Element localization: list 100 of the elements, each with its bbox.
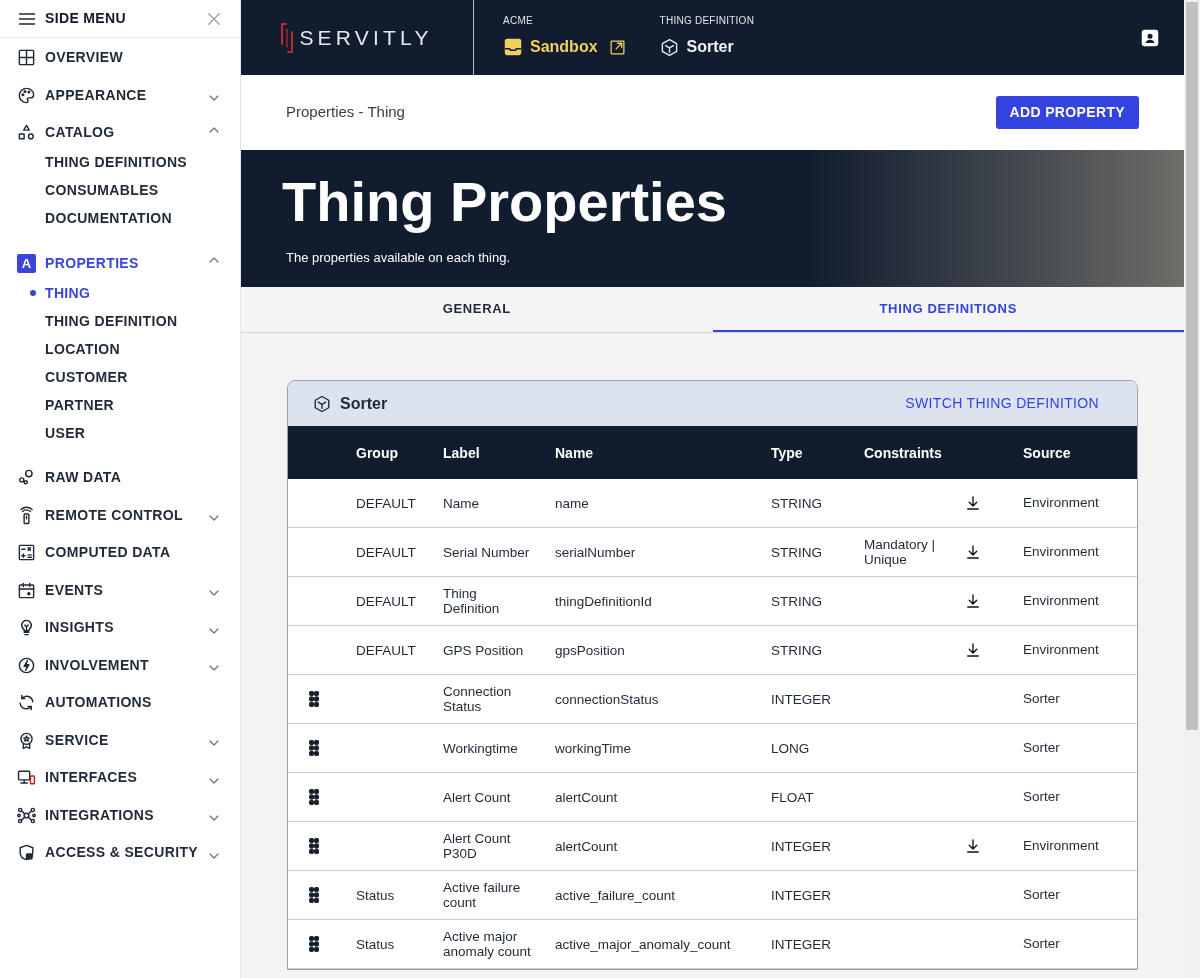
type-cell-text: STRING bbox=[771, 642, 823, 658]
cycle-icon bbox=[17, 693, 36, 713]
side-menu-item[interactable]: COMPUTED DATA bbox=[45, 542, 171, 564]
card-title: Sorter bbox=[340, 393, 388, 414]
source-cell: Environment bbox=[1023, 837, 1099, 853]
properties-icon: A bbox=[17, 253, 36, 273]
side-menu-item[interactable]: REMOTE CONTROL bbox=[45, 504, 183, 526]
type-cell-text: LONG bbox=[771, 740, 811, 756]
type-cell-text: STRING bbox=[771, 544, 823, 560]
label-cell-text: Active failure count bbox=[443, 880, 522, 910]
type-cell-text: INTEGER bbox=[771, 936, 832, 952]
side-menu-item[interactable]: INVOLVEMENT bbox=[45, 654, 149, 676]
drag-handle-icon[interactable] bbox=[309, 838, 319, 854]
side-menu-item[interactable]: INSIGHTS bbox=[45, 617, 114, 639]
tenant-link[interactable]: Sandbox bbox=[530, 35, 598, 59]
side-menu-subitem[interactable]: LOCATION bbox=[45, 338, 120, 360]
side-menu-subitem[interactable]: CUSTOMER bbox=[45, 366, 128, 388]
side-menu-item[interactable]: INTERFACES bbox=[45, 767, 138, 789]
side-menu-subitem[interactable]: THING DEFINITIONS bbox=[45, 152, 188, 173]
group-cell-text: Status bbox=[356, 936, 396, 952]
drag-handle-icon[interactable] bbox=[309, 691, 319, 707]
side-menu-item[interactable]: APPEARANCE bbox=[45, 84, 147, 106]
column-header: Source bbox=[1023, 444, 1071, 461]
calendar-icon bbox=[17, 580, 36, 600]
side-menu-item[interactable]: INTEGRATIONS bbox=[45, 804, 154, 826]
type-cell-text: INTEGER bbox=[771, 838, 832, 854]
add-property-button[interactable]: ADD PROPERTY bbox=[995, 96, 1139, 129]
side-menu-item[interactable]: PROPERTIES bbox=[45, 252, 139, 274]
lightning-icon bbox=[17, 655, 36, 675]
switch-definition-link[interactable]: SWITCH THING DEFINITION bbox=[905, 393, 1099, 414]
side-menu-item[interactable]: SERVICE bbox=[45, 729, 109, 751]
drag-handle-icon[interactable] bbox=[309, 740, 319, 756]
devices-icon bbox=[17, 768, 36, 788]
side-menu-subitem[interactable]: PARTNER bbox=[45, 394, 115, 416]
definition-name: Sorter bbox=[686, 37, 734, 57]
page-title: Thing Properties bbox=[282, 170, 728, 234]
column-header: Constraints bbox=[864, 444, 942, 461]
cube-icon bbox=[659, 37, 679, 57]
source-cell: Sorter bbox=[1023, 690, 1060, 706]
name-cell-text: gpsPosition bbox=[555, 642, 626, 658]
side-menu-subitem[interactable]: THING DEFINITION bbox=[45, 310, 178, 332]
name-cell-text: name bbox=[555, 495, 590, 511]
label-cell-text: Alert Count bbox=[443, 789, 512, 805]
side-menu-item[interactable]: CATALOG bbox=[45, 122, 115, 144]
constraints-cell-text: Mandatory | Unique bbox=[864, 537, 937, 567]
group-cell-text: DEFAULT bbox=[356, 544, 417, 560]
source-cell: Environment bbox=[1023, 494, 1099, 510]
tab[interactable]: GENERAL bbox=[241, 287, 713, 332]
label-cell-text: Alert Count P30D bbox=[443, 831, 512, 861]
name-cell-text: thingDefinitionId bbox=[555, 593, 653, 609]
side-menu-item[interactable]: RAW DATA bbox=[45, 467, 122, 489]
column-header: Label bbox=[443, 444, 480, 461]
type-cell-text: INTEGER bbox=[771, 691, 832, 707]
source-cell: Environment bbox=[1023, 641, 1099, 657]
shapes-icon bbox=[17, 123, 36, 143]
group-cell-text: DEFAULT bbox=[356, 593, 417, 609]
remote-icon bbox=[17, 505, 36, 525]
badge-icon bbox=[17, 730, 36, 750]
column-header: Group bbox=[356, 444, 398, 461]
name-cell-text: workingTime bbox=[555, 740, 633, 756]
column-header: Name bbox=[555, 444, 594, 461]
side-menu-title: SIDE MENU bbox=[45, 9, 126, 28]
type-cell-text: INTEGER bbox=[771, 887, 832, 903]
tenant-label: ACME bbox=[503, 14, 534, 28]
label-cell-text: Thing Definition bbox=[443, 586, 501, 616]
definition-label: THING DEFINITION bbox=[659, 14, 755, 28]
side-menu-subitem[interactable]: USER bbox=[45, 422, 86, 444]
source-cell: Sorter bbox=[1023, 788, 1060, 804]
source-cell: Environment bbox=[1023, 592, 1099, 608]
label-cell-text: Active major anomaly count bbox=[443, 929, 532, 959]
group-cell-text: DEFAULT bbox=[356, 495, 417, 511]
group-cell-text: Status bbox=[356, 887, 396, 903]
name-cell-text: active_failure_count bbox=[555, 887, 677, 903]
side-menu-item[interactable]: AUTOMATIONS bbox=[45, 692, 152, 714]
source-cell: Sorter bbox=[1023, 886, 1060, 902]
type-cell-text: FLOAT bbox=[771, 789, 815, 805]
grid-icon bbox=[17, 48, 36, 68]
label-cell-text: Serial Number bbox=[443, 544, 531, 560]
page-subtitle: The properties available on each thing. bbox=[286, 249, 512, 267]
side-menu-item[interactable]: OVERVIEW bbox=[45, 47, 123, 69]
side-menu-item[interactable]: ACCESS & SECURITY bbox=[45, 842, 198, 864]
side-menu-subitem[interactable]: THING bbox=[45, 282, 91, 304]
name-cell-text: serialNumber bbox=[555, 544, 637, 560]
tab[interactable]: THING DEFINITIONS bbox=[712, 287, 1184, 332]
drag-handle-icon[interactable] bbox=[309, 936, 319, 952]
source-cell: Sorter bbox=[1023, 739, 1060, 755]
bracket-logo-icon bbox=[281, 22, 294, 53]
name-cell-text: alertCount bbox=[555, 838, 619, 854]
side-menu-subitem[interactable]: CONSUMABLES bbox=[45, 180, 159, 201]
type-cell-text: STRING bbox=[771, 495, 823, 511]
side-menu-subitem[interactable]: DOCUMENTATION bbox=[45, 208, 172, 229]
drag-handle-icon[interactable] bbox=[309, 887, 319, 903]
external-link-icon[interactable] bbox=[608, 38, 626, 56]
account-icon[interactable] bbox=[1140, 27, 1160, 48]
column-header: Type bbox=[771, 444, 803, 461]
source-cell: Environment bbox=[1023, 543, 1099, 559]
scrollbar[interactable] bbox=[1184, 0, 1200, 978]
drag-handle-icon[interactable] bbox=[309, 789, 319, 805]
shield-lock-icon bbox=[17, 843, 36, 863]
side-menu-item[interactable]: EVENTS bbox=[45, 579, 104, 601]
